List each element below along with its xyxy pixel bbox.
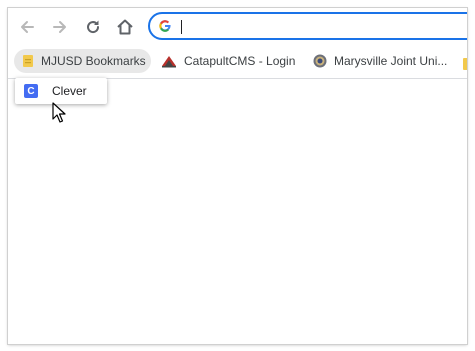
browser-toolbar (8, 8, 467, 46)
address-bar[interactable] (148, 12, 467, 40)
bookmark-label: Marysville Joint Uni... (334, 54, 448, 68)
district-seal-icon (313, 54, 327, 68)
browser-window: MJUSD Bookmarks CatapultCMS - Login Mary… (8, 8, 467, 344)
mouse-cursor-icon (52, 102, 66, 123)
reload-icon (87, 20, 100, 34)
clever-icon: C (24, 84, 38, 98)
folder-icon (23, 55, 33, 67)
text-caret (181, 20, 182, 34)
bookmark-label: CatapultCMS - Login (184, 54, 296, 68)
reload-button[interactable] (80, 14, 106, 40)
bookmark-folder-dropdown: C Clever (15, 78, 107, 104)
catapult-icon (162, 56, 176, 68)
bookmarks-bar: MJUSD Bookmarks CatapultCMS - Login Mary… (8, 46, 467, 79)
dropdown-item-label: Clever (52, 84, 87, 98)
bookmark-folder-mjusd[interactable]: MJUSD Bookmarks (14, 49, 151, 73)
back-button[interactable] (14, 14, 40, 40)
forward-button[interactable] (47, 14, 73, 40)
back-arrow-icon (21, 21, 34, 33)
folder-icon[interactable] (462, 57, 467, 71)
bookmark-catapultcms[interactable]: CatapultCMS - Login (153, 49, 301, 73)
bookmark-marysville-joint[interactable]: Marysville Joint Uni... (305, 49, 450, 73)
forward-arrow-icon (53, 21, 66, 33)
google-g-icon (159, 20, 171, 32)
home-button[interactable] (112, 14, 138, 40)
bookmark-label: MJUSD Bookmarks (41, 54, 146, 68)
home-icon (117, 19, 133, 35)
dropdown-item-clever[interactable]: C Clever (15, 78, 107, 104)
